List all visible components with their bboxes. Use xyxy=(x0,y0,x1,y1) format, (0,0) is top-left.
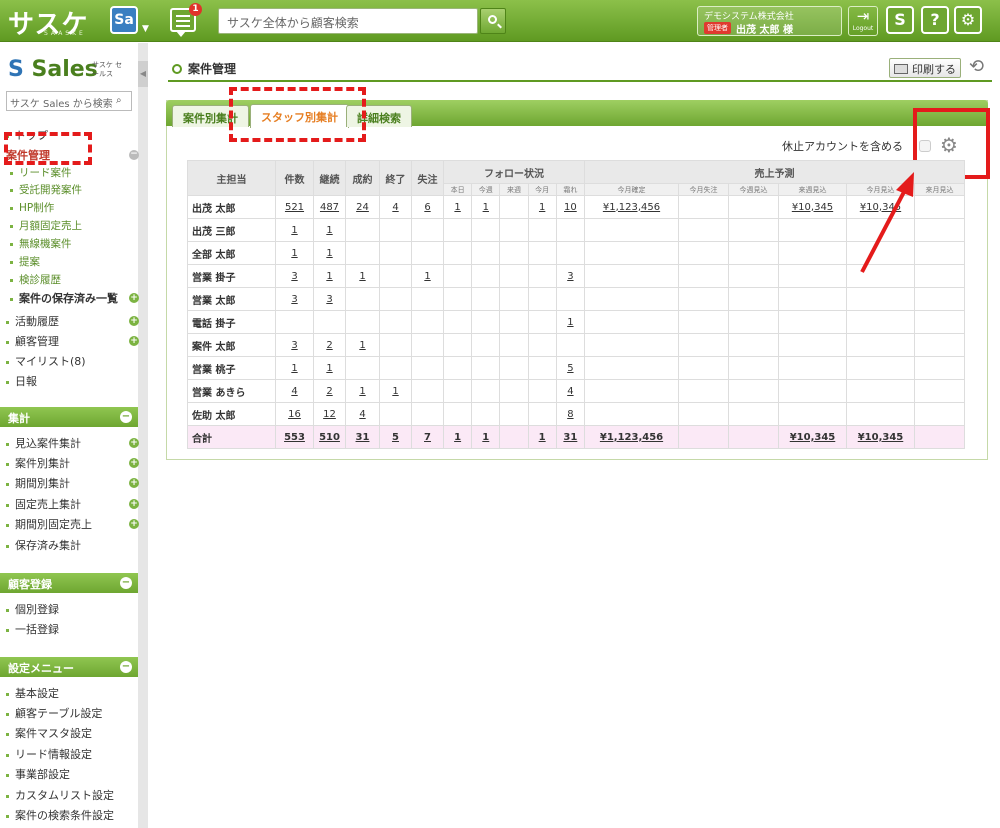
annotation-arrow xyxy=(860,172,914,273)
